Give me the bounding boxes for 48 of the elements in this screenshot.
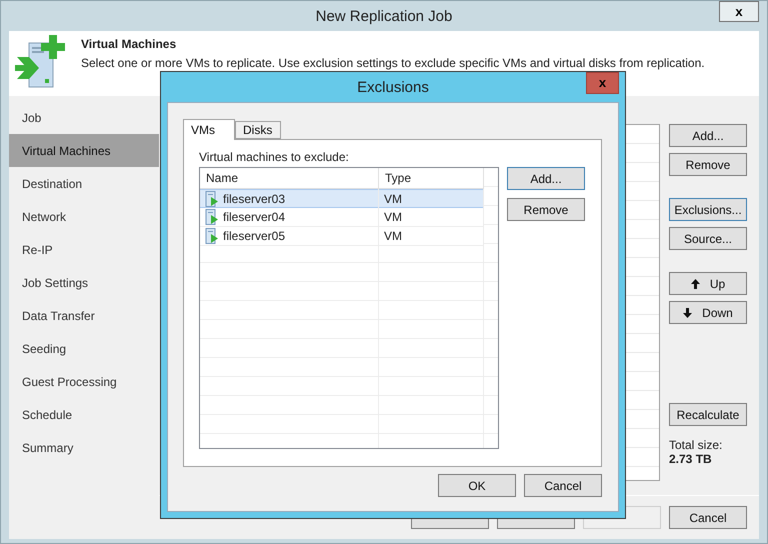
window-title: New Replication Job: [316, 8, 452, 24]
side-button[interactable]: Up: [669, 272, 747, 295]
close-button[interactable]: x: [586, 72, 619, 94]
table-cell[interactable]: fileserver03: [200, 189, 379, 208]
dialog-footer-button[interactable]: OK: [438, 474, 516, 497]
close-button[interactable]: x: [719, 1, 759, 22]
vm-name: fileserver05: [223, 229, 286, 243]
dialog-button[interactable]: Remove: [507, 198, 585, 221]
tab[interactable]: Disks: [235, 121, 281, 139]
side-button[interactable]: Down: [669, 301, 747, 324]
dialog-button[interactable]: Add...: [507, 167, 585, 190]
sidebar-item[interactable]: Virtual Machines: [9, 134, 159, 167]
footer-button[interactable]: Cancel: [669, 506, 747, 529]
sidebar-item[interactable]: Job Settings: [9, 266, 159, 299]
sidebar-item[interactable]: Guest Processing: [9, 365, 159, 398]
vm-icon: [205, 228, 219, 244]
side-button[interactable]: Add...: [669, 124, 747, 147]
tab[interactable]: VMs: [183, 119, 235, 140]
vm-name: fileserver03: [223, 192, 286, 206]
vm-name: fileserver04: [223, 210, 286, 224]
sidebar-item[interactable]: Destination: [9, 167, 159, 200]
column-header[interactable]: Name: [200, 168, 379, 189]
total-size-label: Total size:: [669, 438, 724, 452]
side-button[interactable]: Remove: [669, 153, 747, 176]
total-size-value: 2.73 TB: [669, 452, 713, 466]
sidebar-item[interactable]: Network: [9, 200, 159, 233]
table-cell[interactable]: VM: [379, 189, 484, 208]
list-label: Virtual machines to exclude:: [199, 150, 350, 164]
sidebar-item[interactable]: Summary: [9, 431, 159, 464]
sidebar-item[interactable]: Schedule: [9, 398, 159, 431]
table-cell[interactable]: fileserver04: [200, 208, 379, 227]
sidebar-item[interactable]: Seeding: [9, 332, 159, 365]
sidebar-item[interactable]: Job: [9, 101, 159, 134]
dialog-title: Exclusions: [357, 78, 429, 96]
column-header[interactable]: Type: [379, 168, 484, 189]
side-button[interactable]: Exclusions...: [669, 198, 747, 221]
sidebar-item[interactable]: Data Transfer: [9, 299, 159, 332]
vm-icon: [205, 209, 219, 225]
dialog-footer-button[interactable]: Cancel: [524, 474, 602, 497]
up-arrow-icon: [690, 278, 700, 288]
step-description: Select one or more VMs to replicate. Use exclusion settings to exclude specific VMs and virtual disks from replication.: [81, 56, 705, 70]
vm-icon: [205, 190, 219, 206]
side-button[interactable]: Source...: [669, 227, 747, 250]
side-button[interactable]: Recalculate: [669, 403, 747, 426]
step-title: Virtual Machines: [81, 37, 178, 51]
sidebar-item[interactable]: Re-IP: [9, 233, 159, 266]
down-arrow-icon: [683, 308, 692, 318]
table-cell[interactable]: fileserver05: [200, 227, 379, 246]
